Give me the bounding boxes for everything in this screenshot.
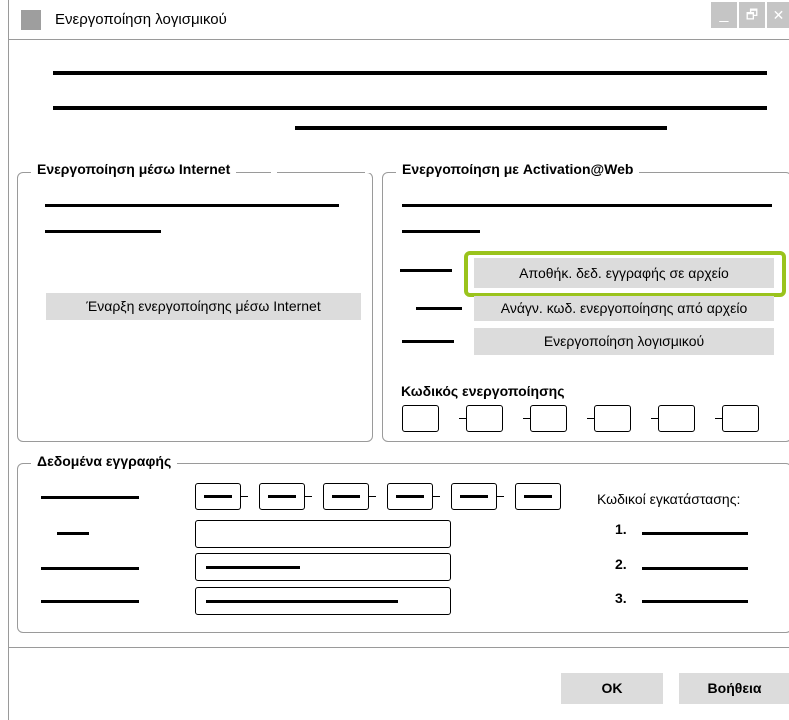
registration-code-field-4[interactable] xyxy=(387,483,433,510)
redacted-text-line xyxy=(41,496,139,499)
separator-dash xyxy=(369,496,376,497)
redacted-text-line xyxy=(41,567,139,570)
separator-dash xyxy=(241,496,248,497)
app-icon xyxy=(21,10,41,30)
redacted-text-line xyxy=(45,230,161,233)
separator-dash xyxy=(497,496,504,497)
separator-dash xyxy=(523,418,530,419)
activation-code-field-3[interactable] xyxy=(530,405,567,432)
registration-field-2[interactable] xyxy=(195,553,451,581)
redacted-text-line xyxy=(402,204,772,207)
separator-dash xyxy=(715,418,722,419)
minimize-icon[interactable]: _ xyxy=(711,2,737,28)
separator-dash xyxy=(587,418,594,419)
install-item-number-2: 2. xyxy=(615,556,627,572)
activation-code-field-2[interactable] xyxy=(466,405,503,432)
install-codes-label: Κωδικοί εγκατάστασης: xyxy=(597,491,741,507)
install-code-value-3 xyxy=(642,600,748,603)
redacted-text-line xyxy=(53,71,767,75)
registration-code-field-1[interactable] xyxy=(195,483,241,510)
redacted-text-line xyxy=(402,340,454,343)
redacted-text-line xyxy=(402,230,480,233)
install-code-value-2 xyxy=(642,567,748,570)
activation-code-field-6[interactable] xyxy=(722,405,759,432)
install-item-number-1: 1. xyxy=(615,521,627,537)
web-activation-title: Ενεργοποίηση με Activation@Web xyxy=(396,161,640,177)
redacted-text-line xyxy=(400,269,452,272)
install-code-value-1 xyxy=(642,532,748,535)
separator-dash xyxy=(651,418,658,419)
footer-divider xyxy=(9,647,789,648)
save-registration-data-button[interactable]: Αποθήκ. δεδ. εγγραφής σε αρχείο xyxy=(474,258,774,288)
registration-code-field-5[interactable] xyxy=(451,483,497,510)
window-title: Ενεργοποίηση λογισμικού xyxy=(55,11,227,28)
ok-button[interactable]: OK xyxy=(561,673,663,704)
start-internet-activation-button[interactable]: Έναρξη ενεργοποίησης μέσω Internet xyxy=(46,293,361,320)
activation-code-field-1[interactable] xyxy=(402,405,439,432)
separator-dash xyxy=(433,496,440,497)
redacted-text-line xyxy=(416,307,462,310)
redacted-text-line xyxy=(45,204,339,207)
separator-dash xyxy=(305,496,312,497)
activation-code-label: Κωδικός ενεργοποίησης xyxy=(401,383,565,399)
restore-icon[interactable]: 🗗 xyxy=(739,2,765,28)
registration-data-title: Δεδομένα εγγραφής xyxy=(31,453,178,469)
registration-code-field-3[interactable] xyxy=(323,483,369,510)
activation-code-field-4[interactable] xyxy=(594,405,631,432)
install-item-number-3: 3. xyxy=(615,590,627,606)
redacted-text-line xyxy=(57,532,89,535)
internet-activation-title: Ενεργοποίηση μέσω Internet xyxy=(31,161,237,177)
redacted-text-line xyxy=(41,600,139,603)
activation-code-field-5[interactable] xyxy=(658,405,695,432)
read-activation-code-button[interactable]: Ανάγν. κωδ. ενεργοποίησης από αρχείο xyxy=(474,296,774,321)
title-bar: Ενεργοποίηση λογισμικού _ 🗗 ✕ xyxy=(9,0,789,40)
redacted-text-line xyxy=(295,126,667,130)
registration-code-field-6[interactable] xyxy=(515,483,561,510)
close-icon[interactable]: ✕ xyxy=(767,2,789,28)
legend-line xyxy=(277,172,365,173)
registration-field-1[interactable] xyxy=(195,520,451,548)
registration-field-3[interactable] xyxy=(195,587,451,615)
activation-dialog: Ενεργοποίηση λογισμικού _ 🗗 ✕ Ενεργοποίη… xyxy=(8,0,789,720)
help-button[interactable]: Βοήθεια xyxy=(679,673,789,704)
activate-software-button[interactable]: Ενεργοποίηση λογισμικού xyxy=(474,328,774,355)
redacted-text-line xyxy=(53,106,767,110)
separator-dash xyxy=(459,418,466,419)
registration-code-field-2[interactable] xyxy=(259,483,305,510)
